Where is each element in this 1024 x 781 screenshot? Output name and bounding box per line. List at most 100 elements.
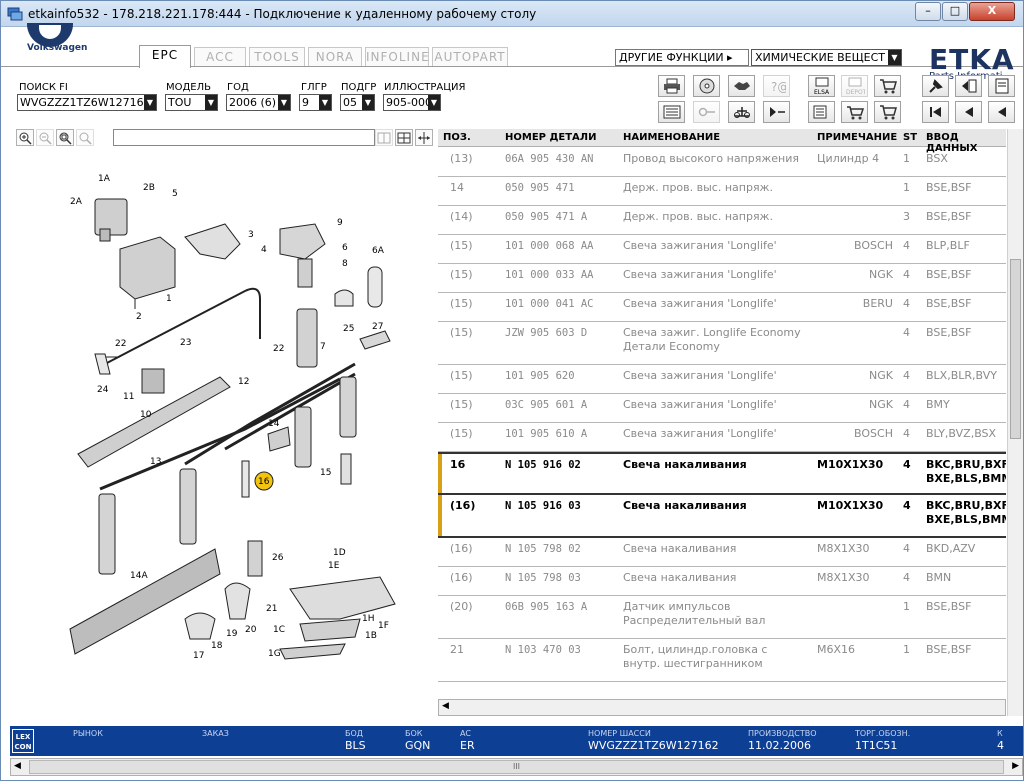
cell-st: 1 xyxy=(903,643,910,656)
tab-tools[interactable]: TOOLS xyxy=(249,47,305,67)
zoom-reset-button[interactable] xyxy=(76,129,94,146)
col-st[interactable]: ST xyxy=(903,132,917,143)
other-functions-button[interactable]: ДРУГИЕ ФУНКЦИИ ▸ xyxy=(615,49,749,66)
cell-part-number: 03C 905 601 A xyxy=(505,399,588,411)
list-button[interactable] xyxy=(658,101,685,123)
cart-add-button[interactable] xyxy=(874,75,901,97)
page-button[interactable] xyxy=(988,75,1015,97)
scroll-right-icon[interactable]: ▶ xyxy=(1012,761,1019,771)
table-row[interactable]: (15) 101 000 068 AA Свеча зажигания 'Longl… xyxy=(438,235,1006,264)
col-pos[interactable]: ПОЗ. xyxy=(443,132,471,143)
diagram-label: 6 xyxy=(342,243,348,253)
table-row[interactable]: 14 050 905 471 Держ. пров. выс. напряж. 1 BS… xyxy=(438,177,1006,206)
table-row[interactable]: (15) 03C 905 601 A Свеча зажигания 'Longli… xyxy=(438,394,1006,423)
tab-acc[interactable]: ACC xyxy=(194,47,246,67)
table-row[interactable]: (15) JZW 905 603 D Свеча зажиг. Longlife E… xyxy=(438,322,1006,365)
cart-edit-button[interactable] xyxy=(841,101,868,123)
table-row[interactable]: (16) N 105 798 02 Свеча накаливания M8X1X30… xyxy=(438,538,1006,567)
table-row[interactable]: (15) 101 000 041 AC Свеча зажигания 'Longl… xyxy=(438,293,1006,322)
maximize-button[interactable]: □ xyxy=(942,2,968,21)
cell-pos: (15) xyxy=(450,268,473,281)
handshake-button[interactable] xyxy=(728,75,755,97)
col-part-number[interactable]: НОМЕР ДЕТАЛИ xyxy=(505,132,596,143)
table-row[interactable]: (20) 06B 905 163 A Датчик импульсов Распред… xyxy=(438,596,1006,639)
chemicals-dropdown[interactable]: ХИМИЧЕСКИЕ ВЕЩЕСТ ▼ xyxy=(751,49,902,66)
table-row[interactable]: (15) 101 000 033 AA Свеча зажигания 'Longl… xyxy=(438,264,1006,293)
model-select[interactable]: TOU ▼ xyxy=(165,94,218,111)
col-note[interactable]: ПРИМЕЧАНИЕ xyxy=(817,132,897,143)
cell-part-number: 101 000 041 AC xyxy=(505,298,594,310)
key-button[interactable] xyxy=(693,101,720,123)
zoom-in-button[interactable] xyxy=(16,129,34,146)
cell-note: M8X1X30 xyxy=(817,571,870,584)
cell-st: 4 xyxy=(903,542,910,555)
zoom-fit-button[interactable] xyxy=(56,129,74,146)
cart-button[interactable] xyxy=(874,101,901,123)
selection-marker xyxy=(438,495,442,536)
diagram-label: 18 xyxy=(211,641,223,651)
next-remove-button[interactable] xyxy=(763,101,790,123)
vehicle-button[interactable] xyxy=(728,101,755,123)
layout-button[interactable] xyxy=(395,129,413,146)
illustration-search-input[interactable] xyxy=(113,129,375,146)
zoom-out-button[interactable] xyxy=(36,129,54,146)
scale-icon xyxy=(733,107,750,118)
key-icon xyxy=(698,107,715,117)
cell-part-number: N 105 916 02 xyxy=(505,459,581,471)
cell-part-number: N 105 916 03 xyxy=(505,500,581,512)
vertical-scrollbar[interactable] xyxy=(1007,129,1023,716)
close-button[interactable]: X xyxy=(969,2,1015,21)
remote-horizontal-scrollbar[interactable]: ◀ III ▶ xyxy=(10,758,1023,776)
depot-button[interactable]: DEPOT xyxy=(841,75,868,97)
fi-search-field[interactable]: WVGZZZ1TZ6W12716 ▼ xyxy=(17,94,157,111)
expand-button[interactable] xyxy=(415,129,433,146)
table-row[interactable]: (14) 050 905 471 A Держ. пров. выс. напряж… xyxy=(438,206,1006,235)
cell-input-line2: BXE,BLS,BMM xyxy=(926,513,1006,526)
year-select[interactable]: 2006 (6) ▼ xyxy=(226,94,291,111)
tab-autopart[interactable]: AUTOPART xyxy=(432,47,508,67)
help-button[interactable]: ?@ xyxy=(763,75,790,97)
minimize-button[interactable]: – xyxy=(915,2,941,21)
sub-group-select[interactable]: 05 ▼ xyxy=(340,94,375,111)
table-row[interactable]: (13) 06A 905 430 AN Провод высокого напряж… xyxy=(438,148,1006,177)
prev-page-button[interactable] xyxy=(955,101,982,123)
first-page-button[interactable] xyxy=(922,101,949,123)
scrollbar-thumb[interactable]: III xyxy=(29,760,1004,774)
diagram-label: 5 xyxy=(172,189,178,199)
scroll-left-icon[interactable]: ◀ xyxy=(442,701,449,711)
tab-infoline[interactable]: INFOLINE xyxy=(365,47,429,67)
table-row[interactable]: 16 N 105 916 02 Свеча накаливания M10X1X30 4… xyxy=(438,452,1006,495)
col-name[interactable]: НАИМЕНОВАНИЕ xyxy=(623,132,720,143)
table-row[interactable]: (15) 101 905 610 A Свеча зажигания 'Longli… xyxy=(438,423,1006,452)
cell-st: 4 xyxy=(903,268,910,281)
elsa-button[interactable]: ELSA xyxy=(808,75,835,97)
print-button[interactable] xyxy=(658,75,685,97)
parts-illustration[interactable]: 1A 2B 2A 5 3 4 9 6 8 6A 2 1 23 22 22 7 2… xyxy=(10,149,435,719)
pin-button[interactable] xyxy=(922,75,949,97)
cell-input: BLX,BLR,BVY xyxy=(926,369,997,382)
prev-button[interactable] xyxy=(988,101,1015,123)
table-row[interactable]: 21 N 103 470 03 Болт, цилиндр.головка с вну… xyxy=(438,639,1006,682)
table-row[interactable]: (16) N 105 916 03 Свеча накаливания M10X1X3… xyxy=(438,495,1006,538)
cell-name: Свеча накаливания xyxy=(623,499,747,512)
title-bar[interactable]: etkainfo532 - 178.218.221.178:444 - Подк… xyxy=(1,1,1023,27)
cell-part-number: 06A 905 430 AN xyxy=(505,153,594,165)
tab-nora[interactable]: NORA xyxy=(308,47,362,67)
cart-list-button[interactable] xyxy=(808,101,835,123)
split-view-button[interactable] xyxy=(375,129,393,146)
main-group-select[interactable]: 9 ▼ xyxy=(299,94,332,111)
table-row[interactable]: (16) N 105 798 03 Свеча накаливания M8X1X30… xyxy=(438,567,1006,596)
cell-input: BSE,BSF xyxy=(926,210,972,223)
chevron-down-icon: ▼ xyxy=(888,50,901,65)
disc-button[interactable] xyxy=(693,75,720,97)
scroll-left-icon[interactable]: ◀ xyxy=(14,761,21,771)
cell-part-number: 101 000 033 AA xyxy=(505,269,594,281)
k-label: К xyxy=(997,729,1003,738)
table-horizontal-scrollbar[interactable]: ◀ xyxy=(438,699,1006,716)
table-row[interactable]: (15) 101 905 620 Свеча зажигания 'Longlife… xyxy=(438,365,1006,394)
page-prev-button[interactable] xyxy=(955,75,982,97)
cell-name: Держ. пров. выс. напряж. xyxy=(623,181,773,194)
scrollbar-thumb[interactable] xyxy=(1010,259,1021,439)
tab-epc[interactable]: EPC xyxy=(139,45,191,68)
illustration-select[interactable]: 905-000 ▼ xyxy=(383,94,441,111)
